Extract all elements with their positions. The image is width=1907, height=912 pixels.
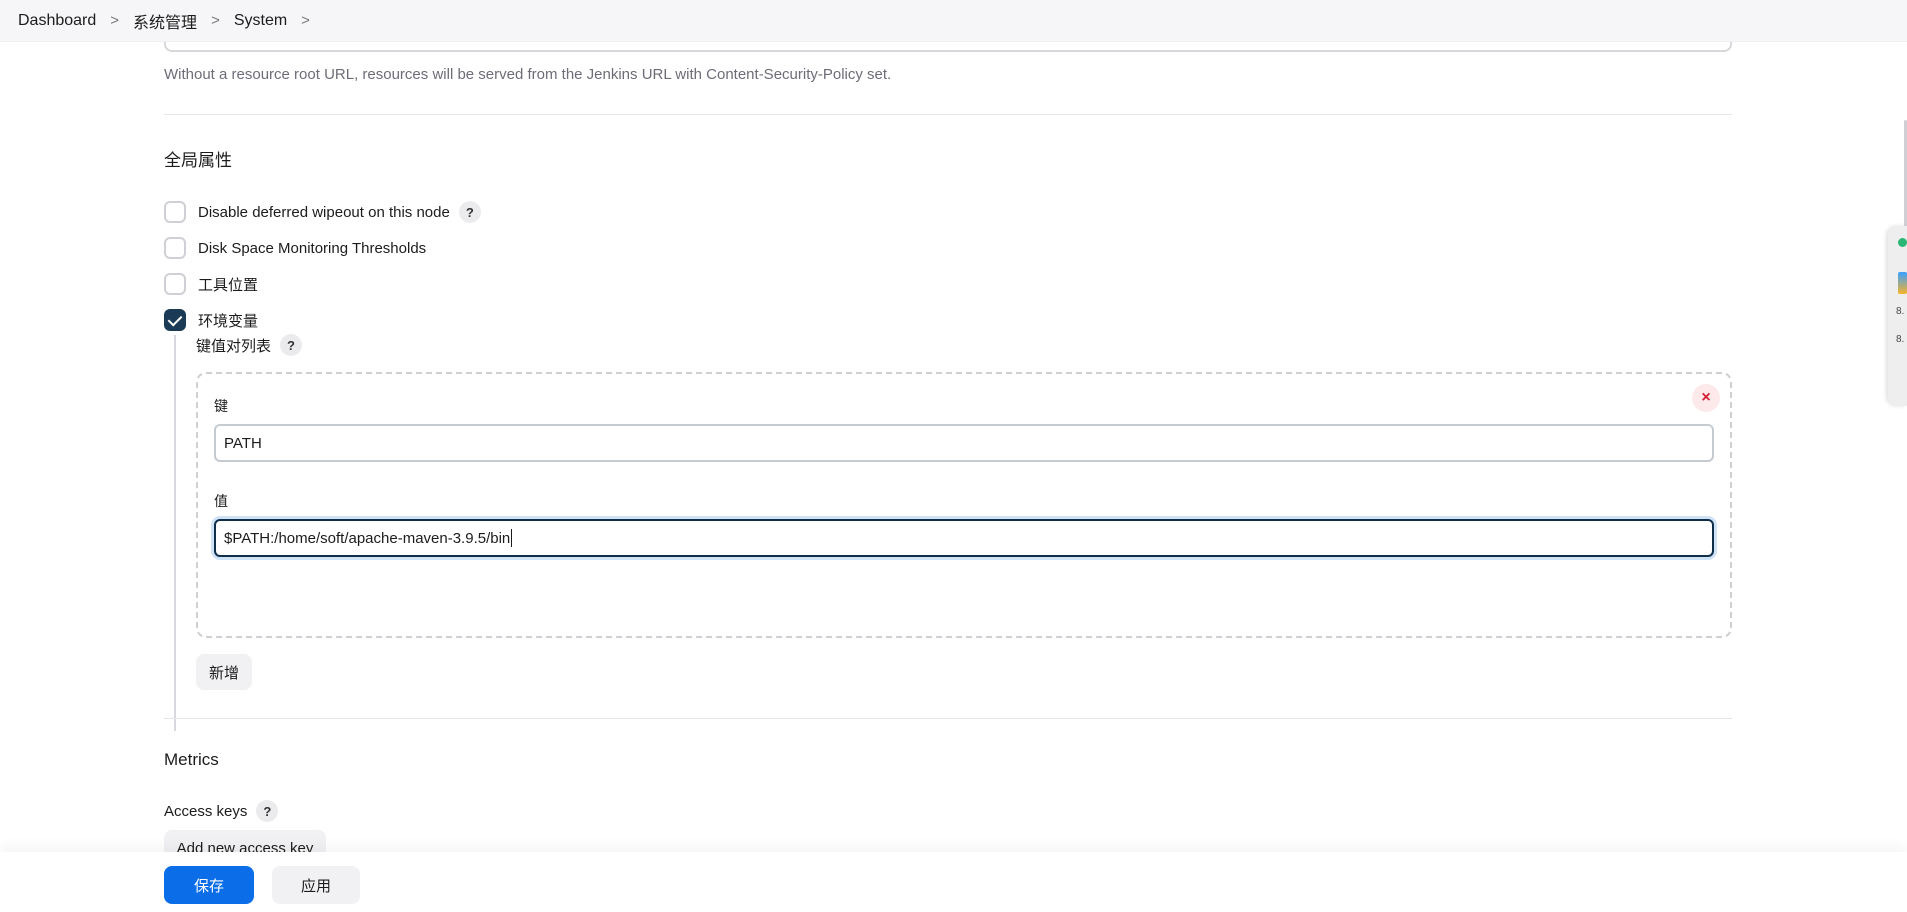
option-label: Disk Space Monitoring Thresholds	[198, 239, 427, 257]
apply-button[interactable]: 应用	[272, 866, 360, 904]
kv-list-label-text: 键值对列表	[196, 337, 272, 355]
key-value-list-label: 键值对列表 ?	[196, 334, 303, 356]
section-divider	[164, 114, 1732, 115]
option-environment-variables: 环境变量	[164, 308, 258, 332]
chart-icon	[1898, 272, 1907, 294]
chevron-right-icon: >	[110, 12, 120, 29]
save-button[interactable]: 保存	[164, 866, 254, 904]
close-icon[interactable]: ×	[1692, 384, 1720, 412]
chevron-right-icon[interactable]: >	[301, 12, 310, 29]
help-icon[interactable]: ?	[280, 334, 303, 356]
help-icon[interactable]: ?	[256, 800, 279, 822]
env-var-entry: × 键 值 $PATH:/home/soft/apache-maven-3.9.…	[196, 372, 1732, 638]
disable-deferred-wipeout-checkbox[interactable]	[164, 201, 186, 223]
option-disk-space-monitoring: Disk Space Monitoring Thresholds	[164, 236, 426, 260]
access-keys-label-text: Access keys	[164, 802, 248, 820]
text-caret	[511, 529, 513, 547]
breadcrumb-system[interactable]: System	[234, 12, 287, 30]
value-input[interactable]: $PATH:/home/soft/apache-maven-3.9.5/bin	[214, 519, 1714, 557]
nested-section-indicator	[174, 335, 176, 731]
side-widget-value-2: 8.	[1896, 334, 1905, 345]
access-keys-label: Access keys ?	[164, 800, 279, 822]
add-env-var-button[interactable]: 新增	[196, 654, 252, 690]
chevron-right-icon: >	[211, 12, 220, 29]
disk-space-monitoring-checkbox[interactable]	[164, 237, 186, 259]
global-properties-title: 全局属性	[164, 151, 232, 170]
key-input[interactable]	[214, 424, 1714, 462]
value-input-text: $PATH:/home/soft/apache-maven-3.9.5/bin	[224, 529, 511, 547]
breadcrumb: Dashboard > 系统管理 > System >	[0, 0, 1907, 42]
option-disable-deferred-wipeout: Disable deferred wipeout on this node ?	[164, 200, 481, 224]
form-footer: 保存 应用	[0, 852, 1907, 912]
side-monitor-widget[interactable]: 8. 8.	[1888, 226, 1907, 406]
help-icon[interactable]: ?	[458, 201, 481, 223]
option-label: 工具位置	[198, 276, 259, 294]
key-label: 键	[214, 398, 228, 414]
value-label: 值	[214, 493, 228, 509]
side-widget-value-1: 8.	[1896, 306, 1905, 317]
option-tool-locations: 工具位置	[164, 272, 258, 296]
tool-locations-checkbox[interactable]	[164, 273, 186, 295]
option-label: 环境变量	[198, 312, 259, 330]
section-divider	[164, 718, 1732, 719]
metrics-title: Metrics	[164, 750, 219, 769]
status-dot-icon	[1898, 238, 1907, 247]
breadcrumb-dashboard[interactable]: Dashboard	[18, 12, 96, 30]
resource-root-description: Without a resource root URL, resources w…	[164, 66, 892, 83]
option-label: Disable deferred wipeout on this node	[198, 203, 450, 221]
environment-variables-checkbox[interactable]	[164, 309, 186, 331]
breadcrumb-manage[interactable]: 系统管理	[133, 9, 197, 33]
